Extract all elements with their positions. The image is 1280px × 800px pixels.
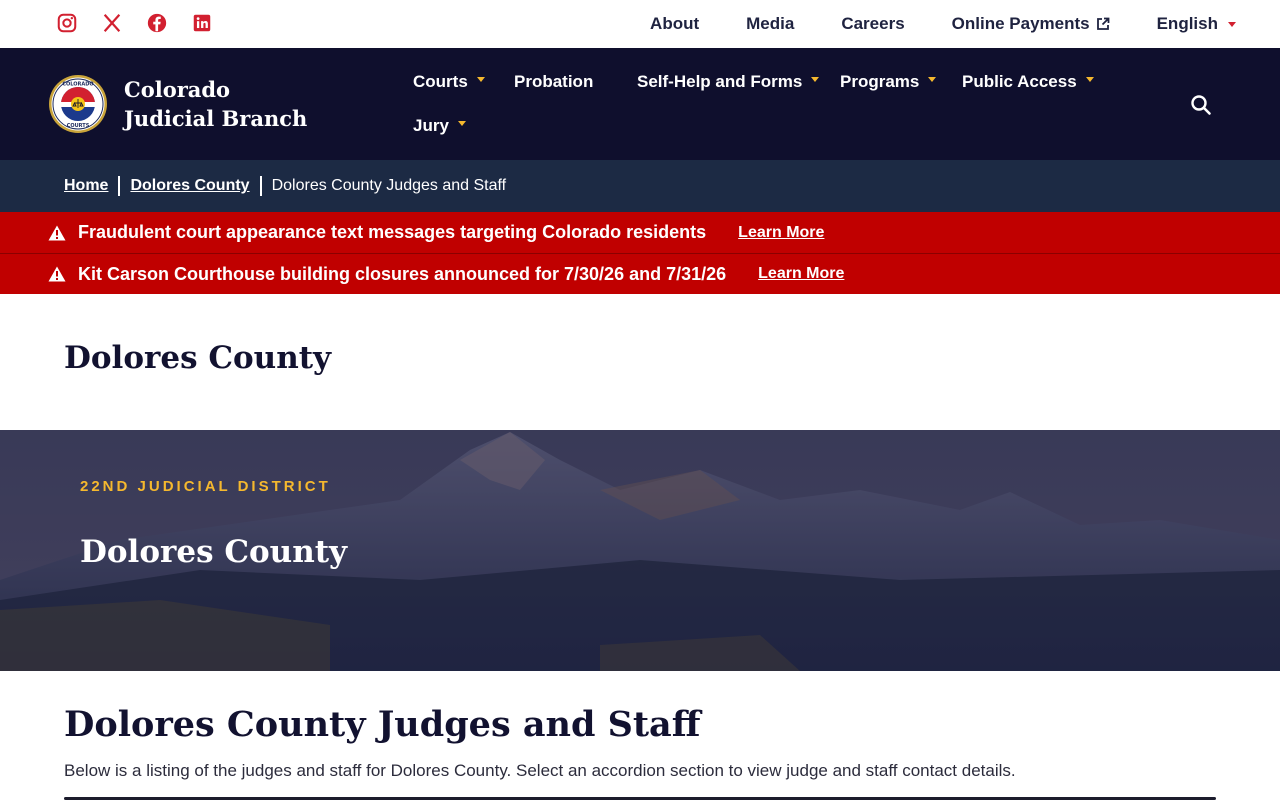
brand-home-link[interactable]: COLORADO COURTS Colorado Judicial Branch xyxy=(48,74,324,134)
nav-probation[interactable]: Probation xyxy=(514,72,637,92)
external-link-icon xyxy=(1096,17,1109,30)
alert-message: Kit Carson Courthouse building closures … xyxy=(78,263,727,284)
instagram-icon xyxy=(57,13,77,33)
facebook-icon xyxy=(147,13,167,33)
alert-message: Fraudulent court appearance text message… xyxy=(78,222,707,242)
section-title: Dolores County Judges and Staff xyxy=(64,704,701,745)
breadcrumb: Home Dolores County Dolores County Judge… xyxy=(0,160,1280,212)
facebook-link[interactable] xyxy=(146,12,168,34)
instagram-link[interactable] xyxy=(56,12,78,34)
x-twitter-link[interactable] xyxy=(101,12,123,34)
careers-link[interactable]: Careers xyxy=(841,14,904,34)
nav-programs[interactable]: Programs xyxy=(840,72,962,92)
seal-text-bottom: COURTS xyxy=(67,123,90,129)
hero-banner: 22ND JUDICIAL DISTRICT Dolores County xyxy=(0,430,1280,671)
hero-district-label: 22ND JUDICIAL DISTRICT xyxy=(80,478,331,495)
alert-learn-more-link[interactable]: Learn More xyxy=(738,224,824,242)
warning-icon xyxy=(48,266,66,282)
chevron-down-icon xyxy=(928,76,937,82)
breadcrumb-county[interactable]: Dolores County xyxy=(130,177,249,195)
breadcrumb-home[interactable]: Home xyxy=(64,177,108,195)
hero-title: Dolores County xyxy=(80,534,348,570)
page-title: Dolores County xyxy=(64,340,332,376)
primary-menu: Courts Probation Self-Help and Forms Pro… xyxy=(413,68,1133,140)
language-select[interactable]: English xyxy=(1157,14,1236,34)
brand-name: Colorado Judicial Branch xyxy=(124,77,308,131)
nav-jury[interactable]: Jury xyxy=(413,116,466,136)
x-twitter-icon xyxy=(103,14,121,32)
search-icon[interactable] xyxy=(1190,94,1212,116)
chevron-down-icon xyxy=(811,76,820,82)
alert-banner: Kit Carson Courthouse building closures … xyxy=(0,253,1280,294)
warning-icon xyxy=(48,225,66,240)
seal-text-top: COLORADO xyxy=(62,82,93,88)
media-link[interactable]: Media xyxy=(746,14,794,34)
social-links xyxy=(56,12,213,34)
chevron-down-icon xyxy=(476,76,485,82)
breadcrumb-separator xyxy=(259,176,262,196)
chevron-down-icon xyxy=(1228,21,1236,27)
alert-banner: Fraudulent court appearance text message… xyxy=(0,212,1280,253)
nav-courts[interactable]: Courts xyxy=(413,72,514,92)
linkedin-icon xyxy=(193,14,211,32)
about-link[interactable]: About xyxy=(650,14,699,34)
online-payments-link[interactable]: Online Payments xyxy=(952,14,1110,34)
chevron-down-icon xyxy=(457,120,466,126)
nav-self-help-and-forms[interactable]: Self-Help and Forms xyxy=(637,72,840,92)
breadcrumb-current: Dolores County Judges and Staff xyxy=(271,177,507,194)
chevron-down-icon xyxy=(1085,76,1094,82)
colorado-courts-seal-logo: COLORADO COURTS xyxy=(49,75,107,133)
utility-bar: About Media Careers Online Payments Engl… xyxy=(0,0,1280,48)
main-navigation: COLORADO COURTS Colorado Judicial Branch… xyxy=(0,48,1280,160)
utility-links: About Media Careers Online Payments Engl… xyxy=(650,0,1236,48)
linkedin-link[interactable] xyxy=(191,12,213,34)
nav-public-access[interactable]: Public Access xyxy=(962,72,1094,92)
breadcrumb-separator xyxy=(118,176,121,196)
section-description: Below is a listing of the judges and sta… xyxy=(64,761,1016,780)
alert-learn-more-link[interactable]: Learn More xyxy=(758,265,844,283)
